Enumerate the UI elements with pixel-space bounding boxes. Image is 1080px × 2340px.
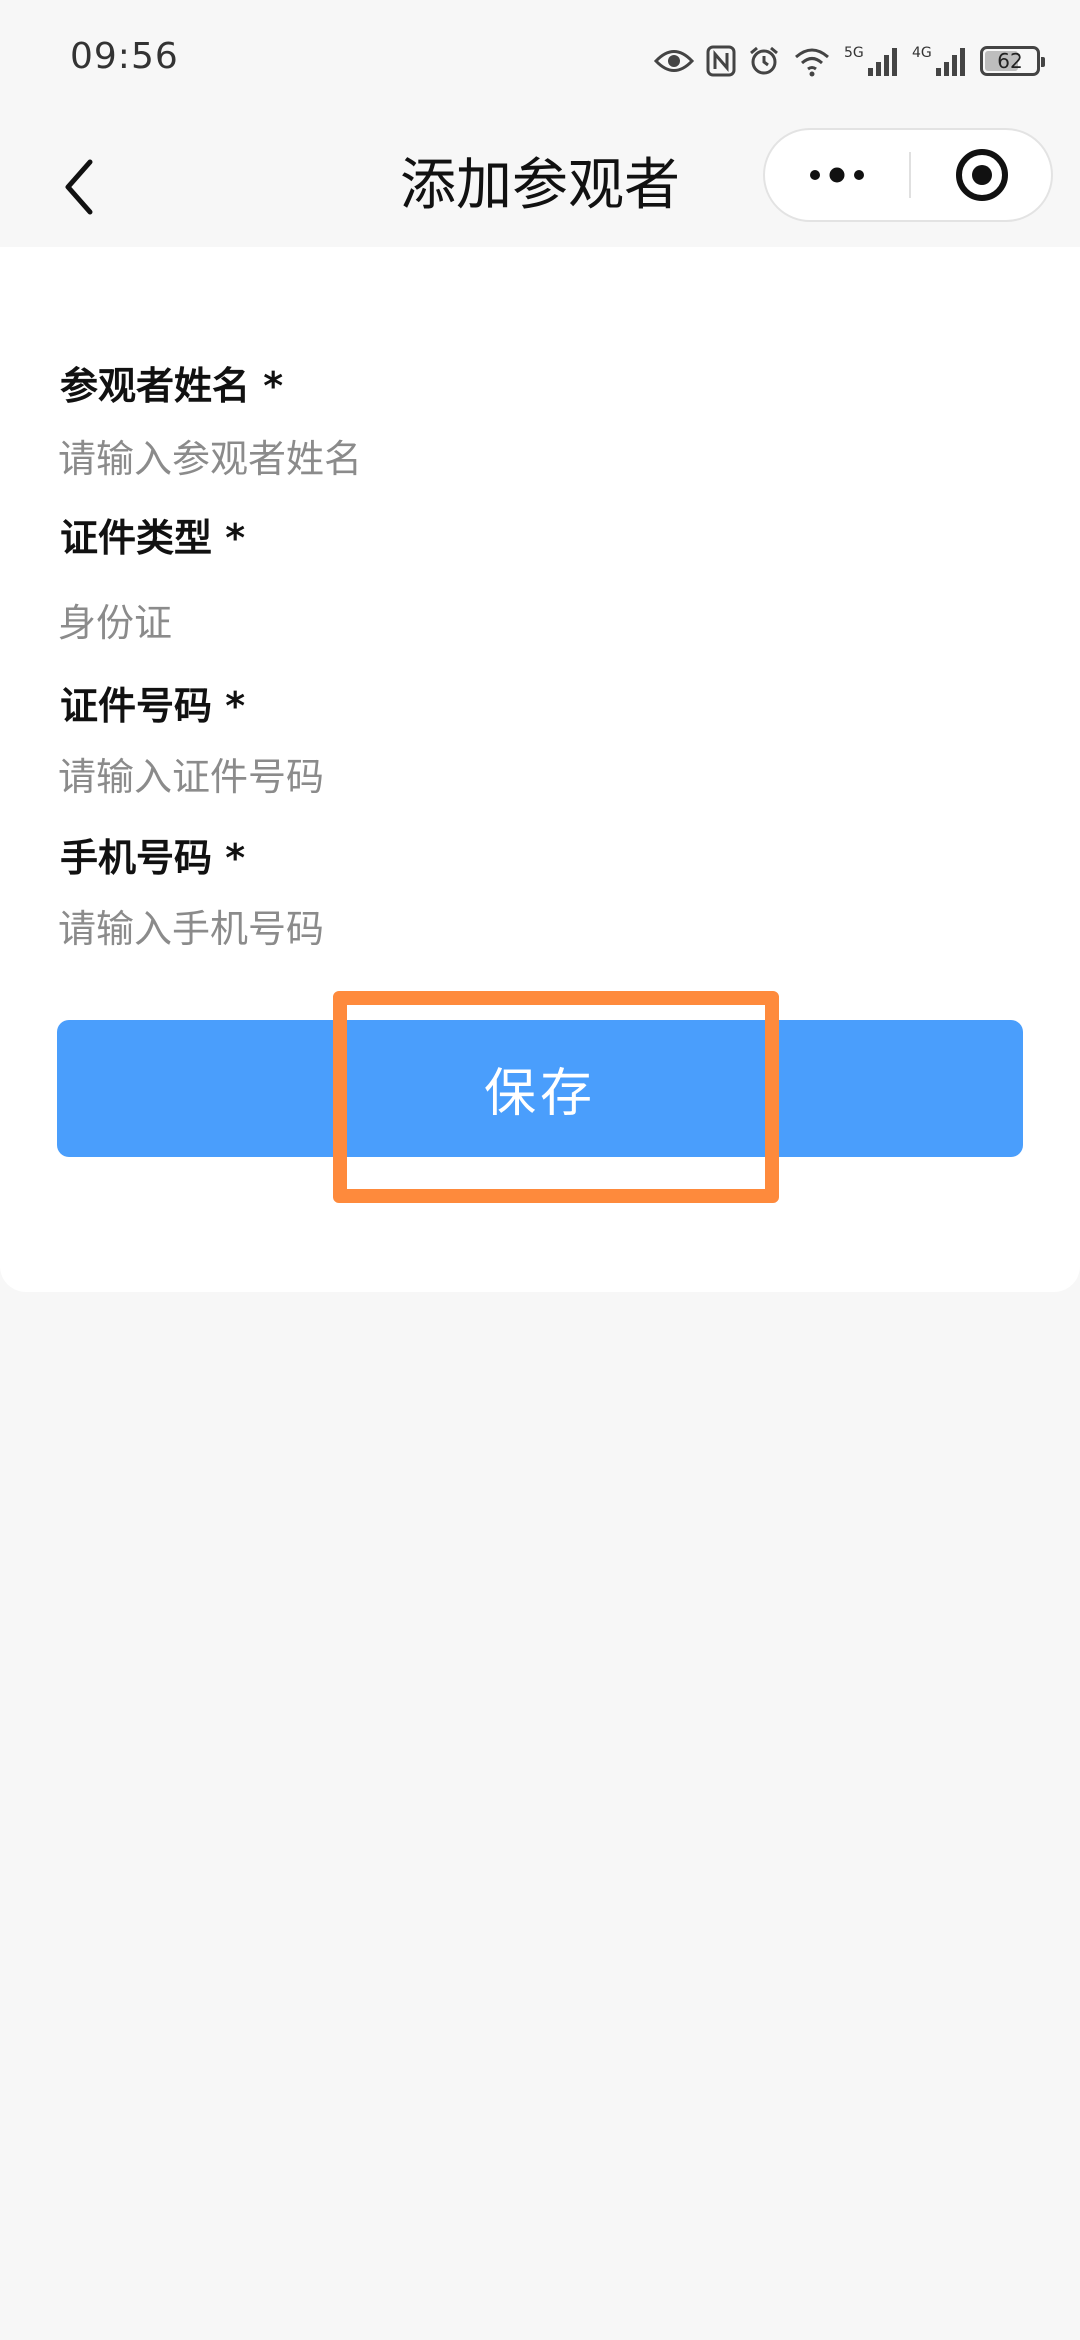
id-type-label: 证件类型 * [60,516,246,560]
id-type-select[interactable]: 身份证 [58,592,172,647]
battery-icon: 62 [980,46,1045,76]
id-number-input[interactable] [58,747,1018,807]
nav-bar: 添加参观者 [0,125,1080,247]
save-button[interactable]: 保存 [57,1020,1023,1157]
page-title: 添加参观者 [400,153,680,218]
mini-program-capsule [763,128,1053,222]
status-time: 09:56 [70,36,179,77]
name-label: 参观者姓名 * [60,364,284,408]
more-button[interactable] [765,130,909,220]
eye-icon [654,50,694,72]
more-dots-icon [810,167,864,183]
phone-input[interactable] [58,899,1018,959]
back-button[interactable] [40,147,120,227]
svg-text:5G: 5G [844,45,864,61]
target-close-icon [956,149,1008,201]
battery-percent: 62 [997,49,1023,73]
svg-text:4G: 4G [912,45,932,61]
nfc-icon [706,45,736,77]
chevron-left-icon [65,159,93,215]
name-input[interactable] [58,429,1018,489]
alarm-icon [750,46,778,75]
id-number-label: 证件号码 * [60,684,246,728]
status-icons: 5G 4G 62 [654,38,1045,84]
signal-4g-icon: 4G [912,45,965,76]
form-card: 参观者姓名 * 证件类型 * 身份证 证件号码 * 手机号码 * 保存 [0,247,1080,1292]
signal-5g-icon: 5G [844,45,897,76]
wifi-icon [795,48,829,77]
phone-label: 手机号码 * [60,836,246,880]
close-button[interactable] [911,130,1053,220]
status-bar: 09:56 5G 4G 62 [0,0,1080,125]
